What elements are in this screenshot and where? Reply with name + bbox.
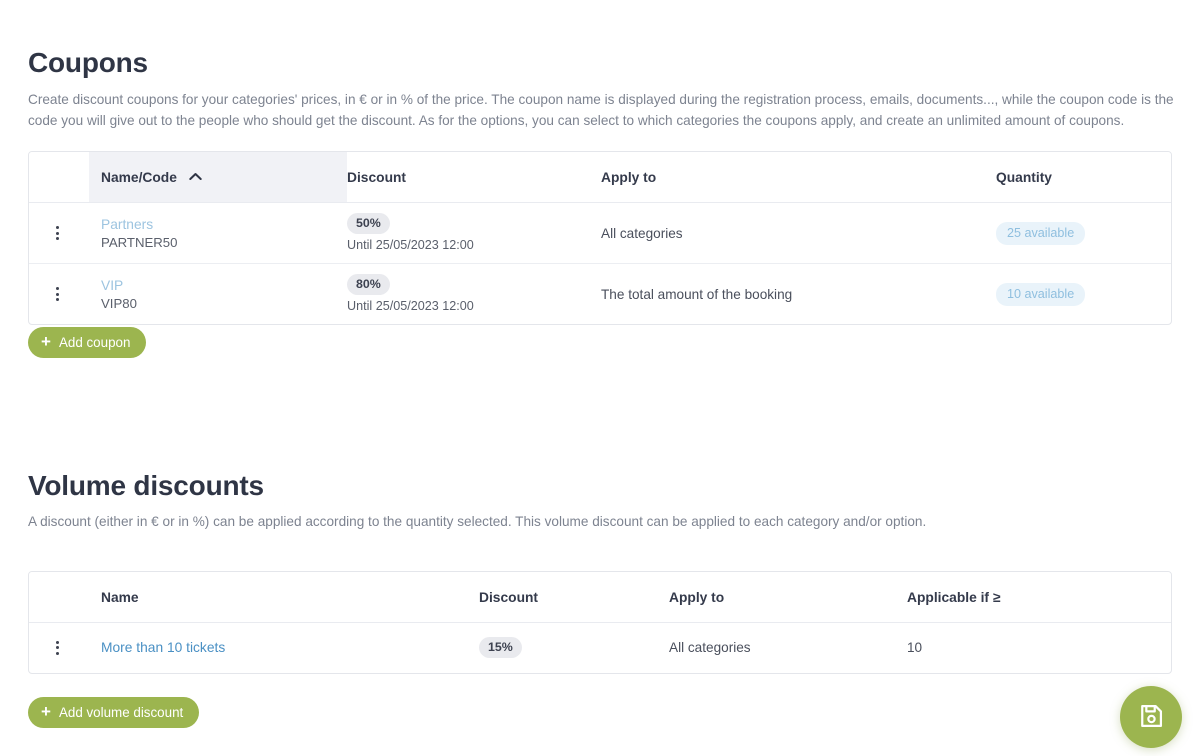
kebab-menu-icon[interactable] [47, 638, 67, 658]
coupon-name-link[interactable]: VIP [101, 277, 347, 294]
coupons-header-apply-to[interactable]: Apply to [601, 152, 996, 203]
volume-table-header-row: Name Discount Apply to Applicable if ≥ [29, 572, 1171, 623]
coupon-quantity-cell: 10 available [996, 264, 1171, 325]
add-volume-discount-button[interactable]: + Add volume discount [28, 697, 199, 728]
kebab-menu-icon[interactable] [47, 223, 67, 243]
coupon-discount-badge: 80% [347, 274, 390, 295]
chevron-up-icon[interactable] [189, 169, 202, 184]
coupon-validity: Until 25/05/2023 12:00 [347, 298, 601, 314]
volume-name-link[interactable]: More than 10 tickets [101, 639, 479, 656]
add-coupon-button[interactable]: + Add coupon [28, 327, 146, 358]
coupon-quantity-badge: 25 available [996, 222, 1085, 245]
coupon-name-cell: Partners PARTNER50 [89, 203, 347, 264]
coupon-quantity-cell: 25 available [996, 203, 1171, 264]
coupons-table-card: Name/Code Discount Apply to Quantity [28, 151, 1172, 325]
coupon-validity: Until 25/05/2023 12:00 [347, 237, 601, 253]
coupons-page: Coupons Create discount coupons for your… [0, 0, 1200, 756]
volume-discounts-description: A discount (either in € or in %) can be … [28, 511, 926, 532]
coupon-code: PARTNER50 [101, 234, 347, 251]
coupon-quantity-badge: 10 available [996, 283, 1085, 306]
volume-header-menu-spacer [29, 572, 89, 623]
coupon-row-menu-cell [29, 264, 89, 325]
volume-name-cell: More than 10 tickets [89, 623, 479, 673]
volume-discounts-title: Volume discounts [28, 470, 264, 502]
save-floppy-icon [1137, 702, 1165, 733]
volume-applicable-if-cell: 10 [907, 623, 1171, 673]
add-coupon-button-label: Add coupon [59, 335, 130, 350]
coupons-header-discount[interactable]: Discount [347, 152, 601, 203]
volume-discount-badge: 15% [479, 637, 522, 658]
coupon-code: VIP80 [101, 295, 347, 312]
volume-header-apply-to[interactable]: Apply to [669, 572, 907, 623]
coupon-discount-cell: 50% Until 25/05/2023 12:00 [347, 203, 601, 264]
add-volume-discount-button-label: Add volume discount [59, 705, 183, 720]
coupons-table-header-row: Name/Code Discount Apply to Quantity [29, 152, 1171, 203]
volume-discounts-table: Name Discount Apply to Applicable if ≥ M… [29, 572, 1171, 673]
volume-apply-to-cell: All categories [669, 623, 907, 673]
table-row[interactable]: More than 10 tickets 15% All categories … [29, 623, 1171, 673]
coupons-page-title: Coupons [28, 47, 148, 79]
table-row[interactable]: VIP VIP80 80% Until 25/05/2023 12:00 The… [29, 264, 1171, 325]
volume-row-menu-cell [29, 623, 89, 673]
kebab-menu-icon[interactable] [47, 284, 67, 304]
coupon-apply-to-cell: All categories [601, 203, 996, 264]
coupons-header-name-code-label: Name/Code [101, 170, 177, 185]
coupons-header-menu-spacer [29, 152, 89, 203]
volume-header-applicable-if[interactable]: Applicable if ≥ [907, 572, 1171, 623]
plus-icon: + [41, 333, 51, 350]
volume-discount-cell: 15% [479, 623, 669, 673]
coupons-header-quantity[interactable]: Quantity [996, 152, 1171, 203]
coupon-row-menu-cell [29, 203, 89, 264]
coupon-discount-cell: 80% Until 25/05/2023 12:00 [347, 264, 601, 325]
volume-discounts-table-card: Name Discount Apply to Applicable if ≥ M… [28, 571, 1172, 674]
coupons-description: Create discount coupons for your categor… [28, 89, 1174, 131]
coupons-table: Name/Code Discount Apply to Quantity [29, 152, 1171, 324]
coupons-header-name-code[interactable]: Name/Code [89, 152, 347, 203]
save-button[interactable] [1120, 686, 1182, 748]
coupon-discount-badge: 50% [347, 213, 390, 234]
volume-header-name[interactable]: Name [89, 572, 479, 623]
volume-header-discount[interactable]: Discount [479, 572, 669, 623]
coupon-apply-to-cell: The total amount of the booking [601, 264, 996, 325]
coupon-name-cell: VIP VIP80 [89, 264, 347, 325]
plus-icon: + [41, 703, 51, 720]
table-row[interactable]: Partners PARTNER50 50% Until 25/05/2023 … [29, 203, 1171, 264]
coupon-name-link[interactable]: Partners [101, 216, 347, 233]
